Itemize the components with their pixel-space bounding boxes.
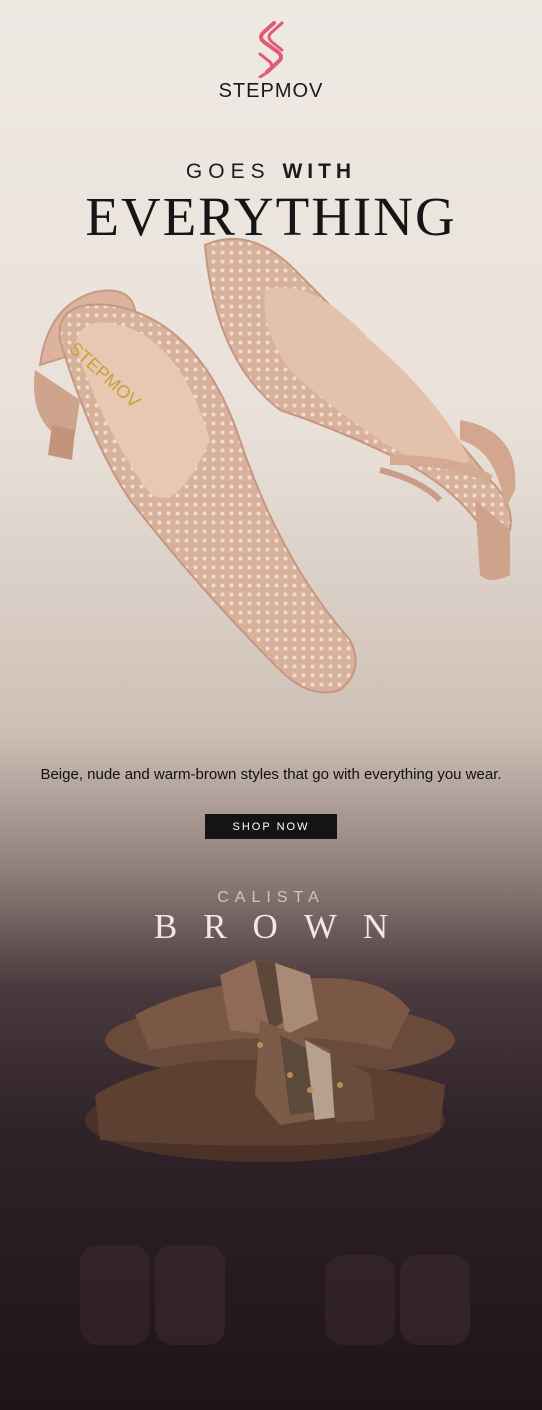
- sandals-product-image[interactable]: [80, 955, 460, 1170]
- hero-tagline: Beige, nude and warm-brown styles that g…: [40, 766, 502, 783]
- product-title: BROWN: [153, 907, 415, 946]
- headline-top: GOES WITH: [0, 160, 542, 184]
- stepmov-logo-icon[interactable]: [252, 20, 290, 78]
- next-products-preview[interactable]: [60, 1235, 490, 1355]
- product-subtitle: CALISTA: [217, 889, 325, 906]
- headline-pre: GOES: [185, 160, 271, 183]
- shop-now-button[interactable]: SHOP NOW: [205, 814, 337, 839]
- brand-name[interactable]: STEPMOV: [0, 80, 542, 103]
- hero-product-image[interactable]: STEPMOV: [20, 230, 530, 720]
- email-page: STEPMOV GOES WITH EVERYTHING STEPMOV Bei…: [0, 0, 542, 1410]
- headline-bold: WITH: [282, 160, 357, 183]
